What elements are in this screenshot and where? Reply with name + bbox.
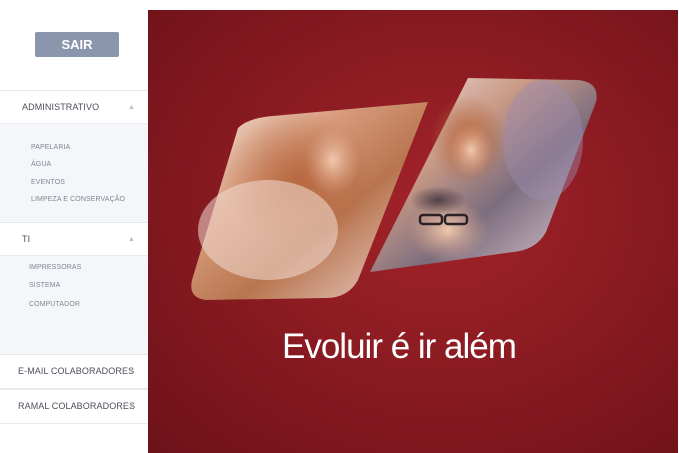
menu-item-agua[interactable]: ÁGUA bbox=[31, 161, 51, 168]
chevron-up-icon: ▲ bbox=[128, 236, 135, 243]
hero-banner: Evoluir é ir além bbox=[148, 10, 678, 453]
menu-section-ti[interactable]: TI ▲ bbox=[0, 222, 148, 256]
submenu-administrativo: PAPELARIA ÁGUA EVENTOS LIMPEZA E CONSERV… bbox=[0, 124, 148, 223]
menu-section-label: TI bbox=[22, 234, 31, 244]
menu-section-label: E-MAIL COLABORADORES bbox=[18, 366, 135, 376]
menu-section-email-colaboradores[interactable]: E-MAIL COLABORADORES ▼ bbox=[0, 354, 148, 389]
menu-item-limpeza-conservacao[interactable]: LIMPEZA E CONSERVAÇÃO bbox=[31, 196, 125, 203]
menu-item-computador[interactable]: COMPUTADOR bbox=[29, 301, 80, 308]
menu-item-eventos[interactable]: EVENTOS bbox=[31, 179, 65, 186]
menu-section-ramal-colaboradores[interactable]: RAMAL COLABORADORES ▼ bbox=[0, 389, 148, 424]
menu-item-sistema[interactable]: SISTEMA bbox=[29, 282, 60, 289]
hero-photo-collage: Evoluir é ir além bbox=[191, 78, 597, 366]
menu-item-impressoras[interactable]: IMPRESSORAS bbox=[29, 264, 81, 271]
menu-section-label: RAMAL COLABORADORES bbox=[18, 401, 136, 411]
menu-item-papelaria[interactable]: PAPELARIA bbox=[31, 144, 70, 151]
submenu-ti: IMPRESSORAS SISTEMA COMPUTADOR bbox=[0, 256, 148, 354]
menu-section-administrativo[interactable]: ADMINISTRATIVO ▲ bbox=[0, 90, 148, 124]
logout-button[interactable]: SAIR bbox=[35, 32, 119, 57]
hero-tagline: Evoluir é ir além bbox=[282, 327, 516, 366]
chevron-up-icon: ▲ bbox=[128, 104, 135, 111]
photo-tile-left bbox=[191, 102, 428, 300]
chevron-down-icon: ▼ bbox=[128, 368, 135, 375]
chevron-down-icon: ▼ bbox=[128, 403, 135, 410]
menu-section-label: ADMINISTRATIVO bbox=[22, 102, 100, 112]
sidebar: SAIR ADMINISTRATIVO ▲ PAPELARIA ÁGUA EVE… bbox=[0, 0, 148, 453]
